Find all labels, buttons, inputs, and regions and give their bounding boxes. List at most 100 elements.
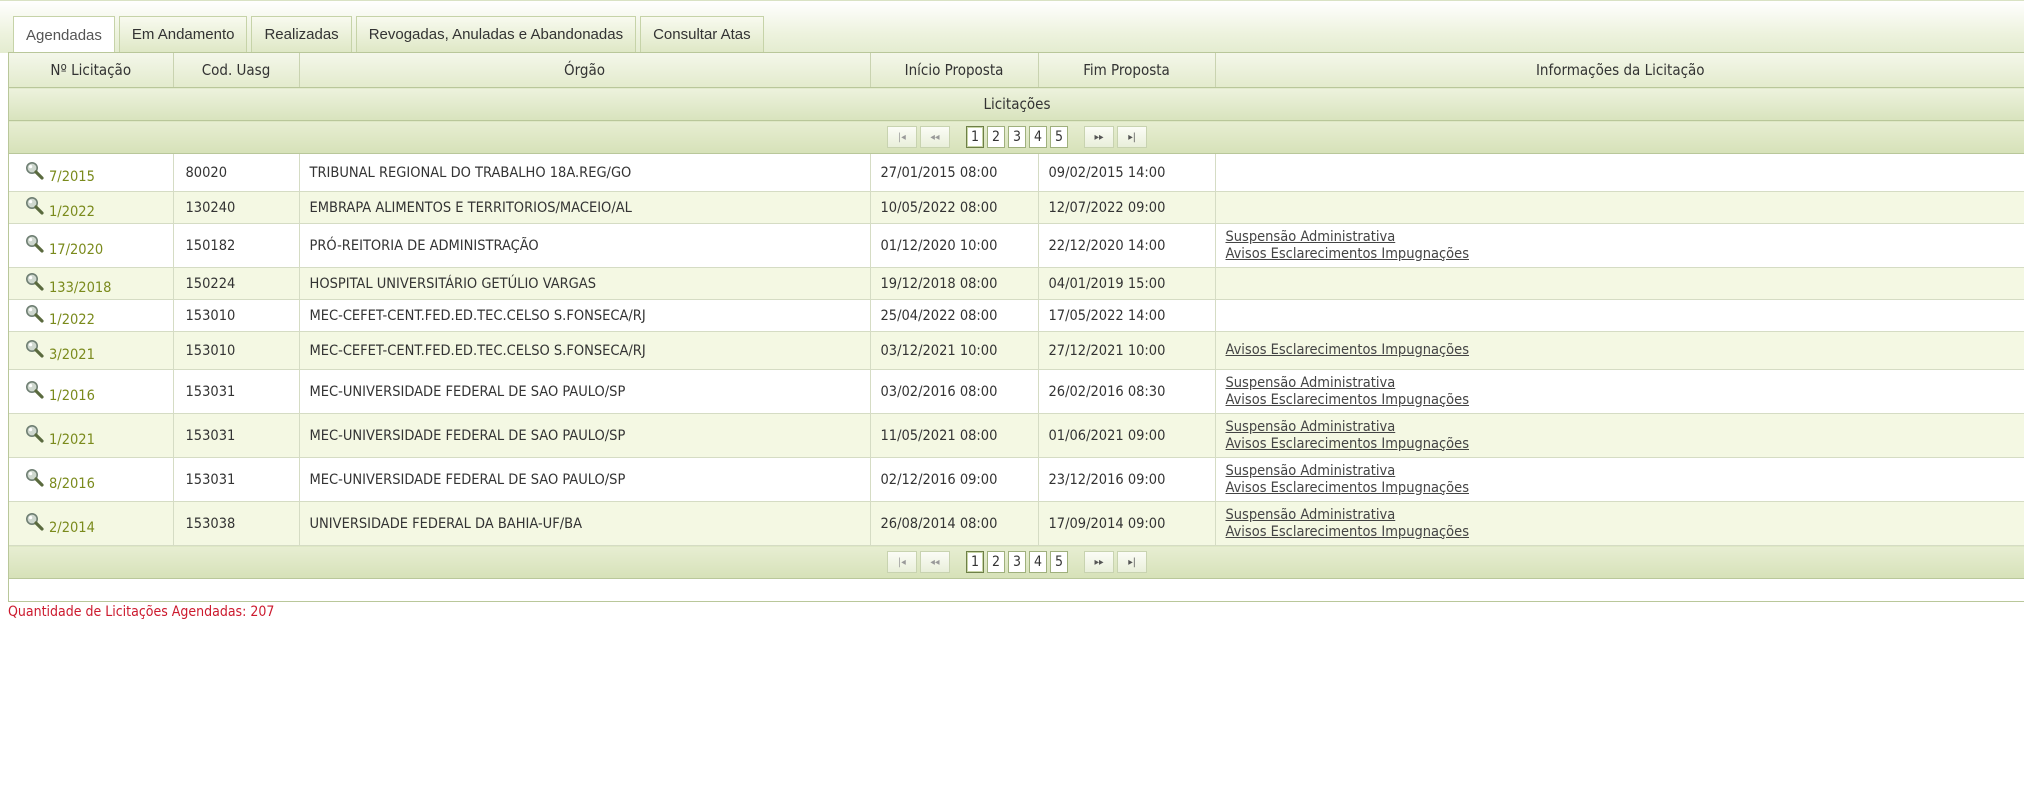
suspensao-link[interactable]: Suspensão Administrativa (1226, 375, 2018, 392)
cell-informacoes (1215, 299, 2024, 332)
cell-numero: 1/2022 (9, 191, 174, 224)
table-row: 17/2020 150182 PRÓ-REITORIA DE ADMINISTRAÇ… (9, 223, 2024, 268)
cell-uasg: 150182 (173, 223, 300, 268)
pager-page-5[interactable]: 5 (1050, 551, 1069, 573)
magnifier-icon[interactable] (25, 424, 45, 444)
licitacao-link[interactable]: 2/2014 (25, 512, 95, 536)
tab-realizadas[interactable]: Realizadas (251, 16, 352, 52)
magnifier-icon[interactable] (25, 304, 45, 324)
pager-page-4[interactable]: 4 (1029, 551, 1048, 573)
pager-page-4[interactable]: 4 (1029, 126, 1048, 148)
avisos-link[interactable]: Avisos Esclarecimentos Impugnações (1226, 246, 2018, 263)
magnifier-icon[interactable] (25, 468, 45, 488)
magnifier-icon[interactable] (25, 272, 45, 292)
cell-numero: 17/2020 (9, 223, 174, 268)
suspensao-link[interactable]: Suspensão Administrativa (1226, 419, 2018, 436)
table-row: 1/2016 153031 MEC-UNIVERSIDADE FEDERAL DE … (9, 369, 2024, 414)
table-caption: Licitações (9, 87, 2024, 121)
magnifier-icon[interactable] (25, 161, 45, 181)
licitacao-link[interactable]: 1/2022 (25, 304, 95, 328)
cell-fim-proposta: 01/06/2021 09:00 (1038, 413, 1216, 458)
licitacoes-table: Licitações |◂ ◂◂ 1 2 3 4 5 ▸▸ ▸| Nº Licitação Co… (9, 53, 2024, 579)
licitacao-numero[interactable]: 1/2022 (49, 312, 95, 328)
licitacao-link[interactable]: 17/2020 (25, 234, 103, 258)
magnifier-icon[interactable] (25, 380, 45, 400)
col-header-inicio[interactable]: Início Proposta (870, 53, 1039, 88)
licitacao-link[interactable]: 3/2021 (25, 339, 95, 363)
licitacao-link[interactable]: 8/2016 (25, 468, 95, 492)
pager-prev-button[interactable]: ◂◂ (919, 551, 950, 573)
avisos-link[interactable]: Avisos Esclarecimentos Impugnações (1226, 342, 2018, 359)
licitacao-numero[interactable]: 2/2014 (49, 520, 95, 536)
licitacao-numero[interactable]: 1/2022 (49, 204, 95, 220)
avisos-link[interactable]: Avisos Esclarecimentos Impugnações (1226, 392, 2018, 409)
table-row: 1/2022 130240 EMBRAPA ALIMENTOS E TERRITOR… (9, 191, 2024, 224)
licitacao-numero[interactable]: 17/2020 (49, 242, 103, 258)
cell-numero: 133/2018 (9, 267, 174, 300)
pager-next-button[interactable]: ▸▸ (1084, 126, 1115, 148)
avisos-link[interactable]: Avisos Esclarecimentos Impugnações (1226, 436, 2018, 453)
licitacao-numero[interactable]: 3/2021 (49, 347, 95, 363)
tab-consultar-atas[interactable]: Consultar Atas (640, 16, 764, 52)
licitacao-link[interactable]: 1/2016 (25, 380, 95, 404)
avisos-link[interactable]: Avisos Esclarecimentos Impugnações (1226, 480, 2018, 497)
cell-informacoes: Suspensão Administrativa Avisos Esclareci… (1215, 457, 2024, 502)
page: Agendadas Em Andamento Realizadas Revogadas… (0, 0, 2024, 811)
cell-informacoes: Avisos Esclarecimentos Impugnações (1215, 331, 2024, 370)
pager-first-button[interactable]: |◂ (886, 551, 917, 573)
pager-first-button[interactable]: |◂ (886, 126, 917, 148)
pager-page-3[interactable]: 3 (1007, 126, 1026, 148)
licitacao-link[interactable]: 7/2015 (25, 161, 95, 185)
licitacao-numero[interactable]: 1/2021 (49, 432, 95, 448)
licitacao-numero[interactable]: 7/2015 (49, 169, 95, 185)
pager-bottom: |◂ ◂◂ 1 2 3 4 5 ▸▸ ▸| (886, 551, 1148, 573)
suspensao-link[interactable]: Suspensão Administrativa (1226, 229, 2018, 246)
cell-informacoes: Suspensão Administrativa Avisos Esclareci… (1215, 369, 2024, 414)
magnifier-icon[interactable] (25, 512, 45, 532)
pager-top-cell: |◂ ◂◂ 1 2 3 4 5 ▸▸ ▸| (9, 120, 2024, 154)
suspensao-link[interactable]: Suspensão Administrativa (1226, 507, 2018, 524)
licitacao-link[interactable]: 1/2022 (25, 196, 95, 220)
suspensao-link[interactable]: Suspensão Administrativa (1226, 463, 2018, 480)
cell-numero: 8/2016 (9, 457, 174, 502)
col-header-numero[interactable]: Nº Licitação (9, 53, 174, 88)
pager-page-2[interactable]: 2 (986, 551, 1005, 573)
cell-uasg: 130240 (173, 191, 300, 224)
tab-revogadas-anuladas-e-abandonadas[interactable]: Revogadas, Anuladas e Abandonadas (355, 16, 637, 52)
cell-orgao: PRÓ-REITORIA DE ADMINISTRAÇÃO (299, 223, 871, 268)
magnifier-icon[interactable] (25, 234, 45, 254)
pager-page-5[interactable]: 5 (1050, 126, 1069, 148)
pager-last-button[interactable]: ▸| (1117, 126, 1148, 148)
licitacao-numero[interactable]: 8/2016 (49, 476, 95, 492)
pager-next-button[interactable]: ▸▸ (1084, 551, 1115, 573)
tab-agendadas[interactable]: Agendadas (13, 16, 115, 54)
pager-page-3[interactable]: 3 (1007, 551, 1026, 573)
col-header-fim[interactable]: Fim Proposta (1038, 53, 1216, 88)
pager-page-1[interactable]: 1 (965, 126, 984, 148)
pager-page-2[interactable]: 2 (986, 126, 1005, 148)
cell-uasg: 80020 (173, 153, 300, 192)
cell-numero: 7/2015 (9, 153, 174, 192)
col-header-uasg[interactable]: Cod. Uasg (173, 53, 300, 88)
licitacao-link[interactable]: 133/2018 (25, 272, 111, 296)
licitacao-link[interactable]: 1/2021 (25, 424, 95, 448)
magnifier-icon[interactable] (25, 196, 45, 216)
cell-orgao: EMBRAPA ALIMENTOS E TERRITORIOS/MACEIO/A… (299, 191, 871, 224)
pager-page-1[interactable]: 1 (965, 551, 984, 573)
cell-fim-proposta: 27/12/2021 10:00 (1038, 331, 1216, 370)
cell-fim-proposta: 22/12/2020 14:00 (1038, 223, 1216, 268)
magnifier-icon[interactable] (25, 339, 45, 359)
licitacao-numero[interactable]: 1/2016 (49, 388, 95, 404)
cell-fim-proposta: 17/05/2022 14:00 (1038, 299, 1216, 332)
pager-last-button[interactable]: ▸| (1117, 551, 1148, 573)
cell-numero: 1/2022 (9, 299, 174, 332)
licitacao-numero[interactable]: 133/2018 (49, 280, 111, 296)
cell-orgao: UNIVERSIDADE FEDERAL DA BAHIA-UF/BA (299, 501, 871, 546)
avisos-link[interactable]: Avisos Esclarecimentos Impugnações (1226, 524, 2018, 541)
table-row: 7/2015 80020 TRIBUNAL REGIONAL DO TRABALHO… (9, 153, 2024, 192)
pager-prev-button[interactable]: ◂◂ (919, 126, 950, 148)
cell-uasg: 153010 (173, 331, 300, 370)
cell-numero: 3/2021 (9, 331, 174, 370)
tab-em-andamento[interactable]: Em Andamento (118, 16, 248, 52)
col-header-orgao[interactable]: Órgão (299, 53, 871, 88)
